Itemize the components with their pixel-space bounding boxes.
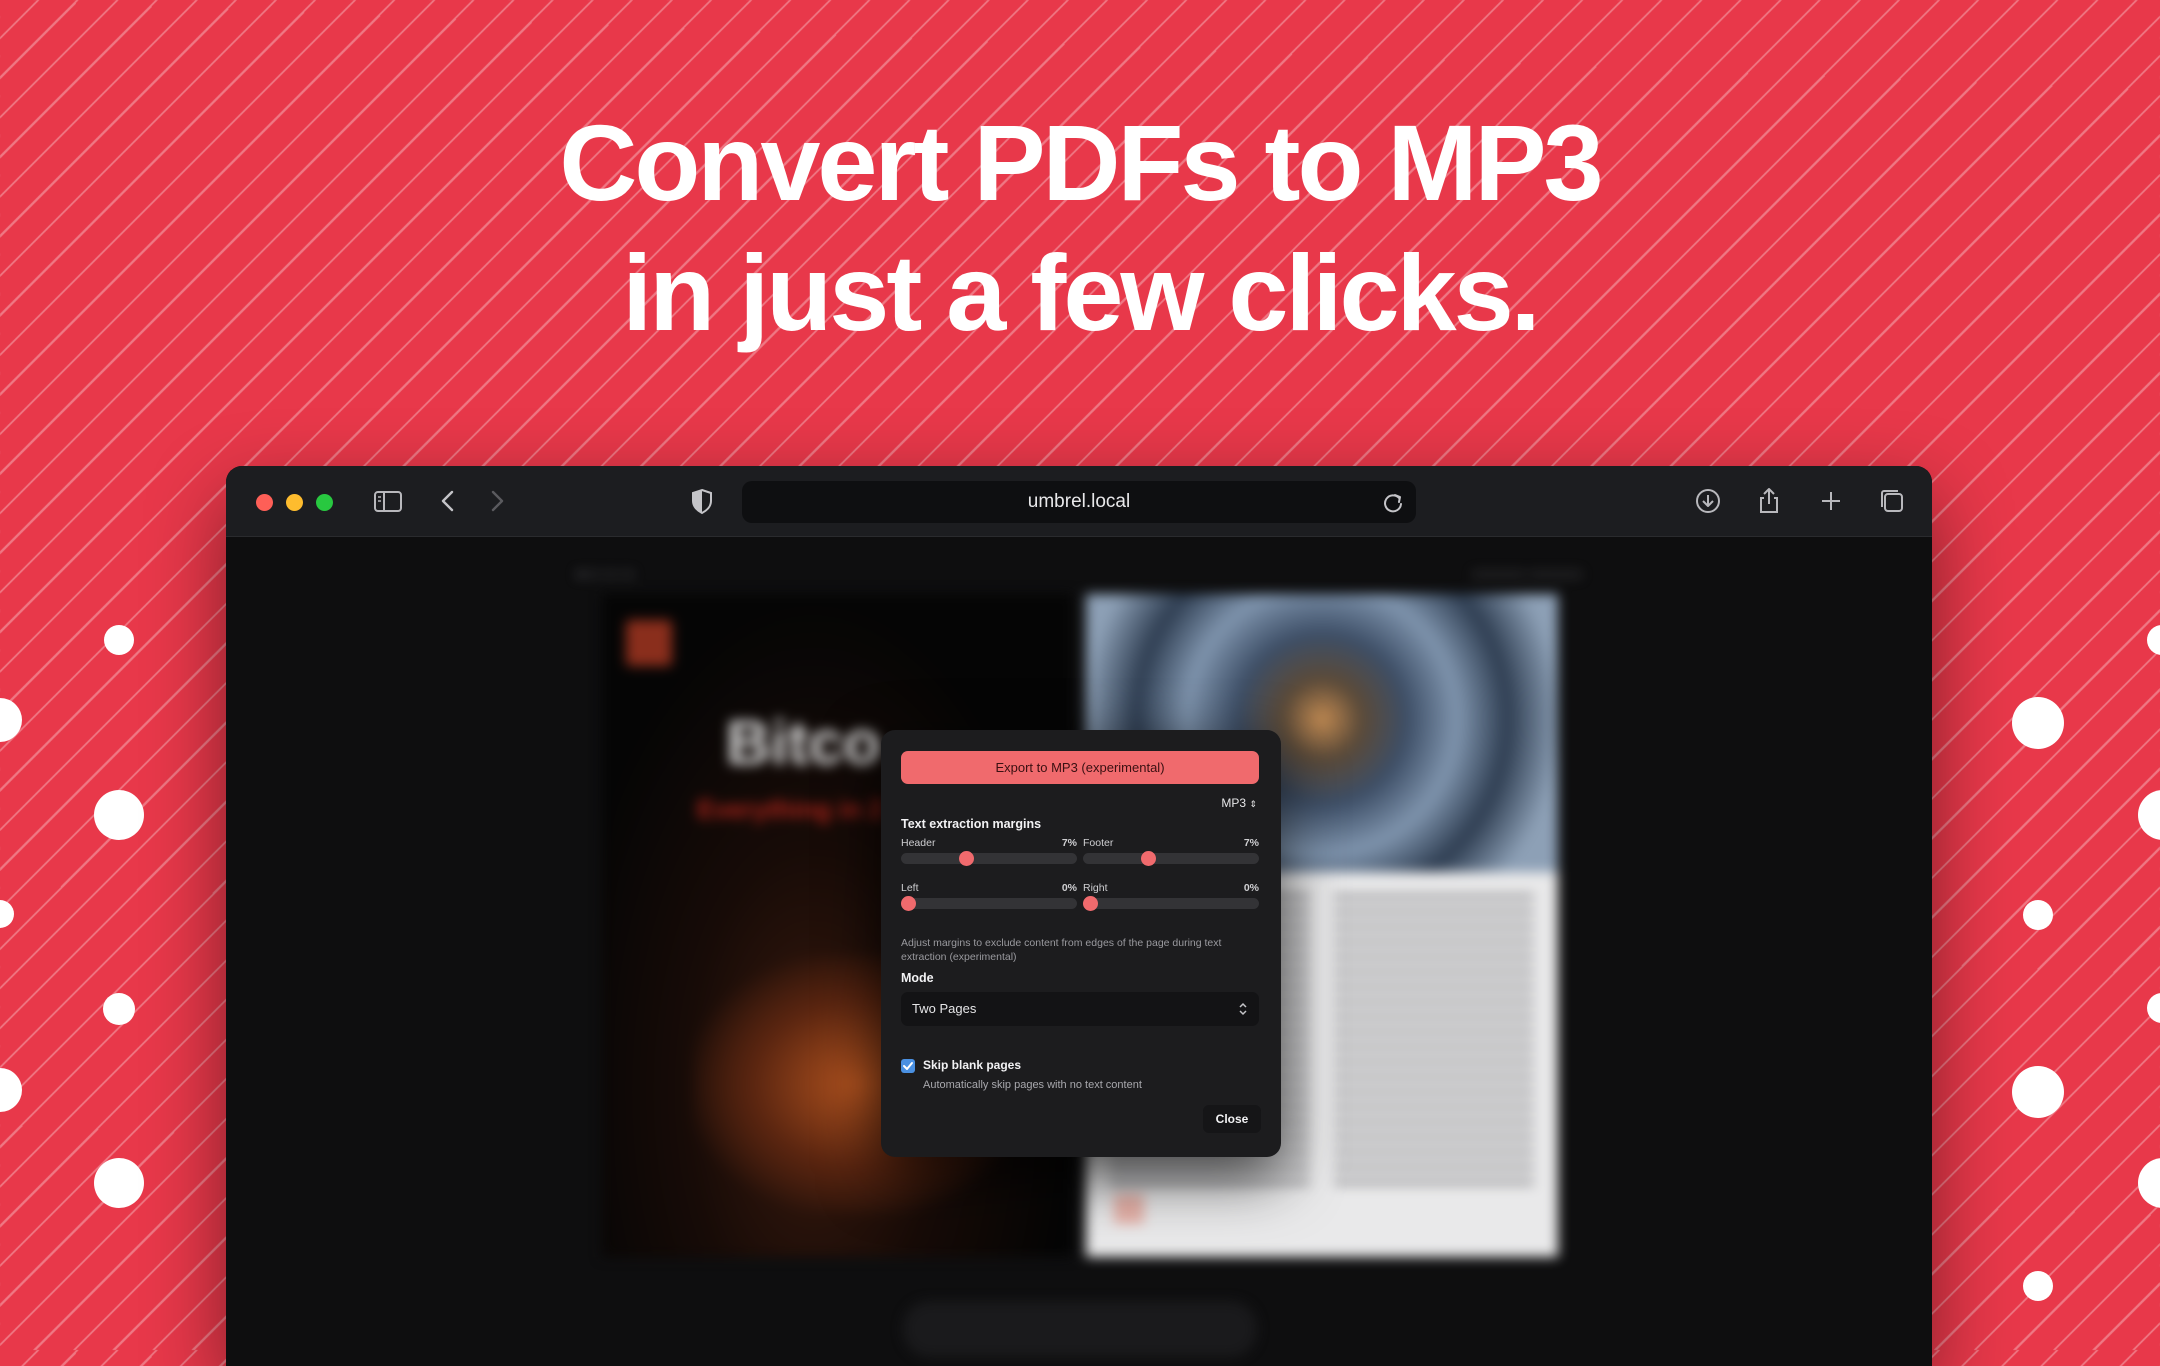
slider-label: Right [1083,882,1108,894]
updown-chevron-icon [1239,1002,1247,1016]
close-window-button[interactable] [256,494,273,511]
chevron-right-icon[interactable] [479,483,515,519]
slider-track[interactable] [1083,898,1259,909]
decor-dot [2012,697,2064,749]
browser-window: umbrel.local ◂ ▭ ▭ ▭ ▭▭▭▭ ▭▭▭▭ Bitco Eve… [226,466,1932,1366]
margins-hint: Adjust margins to exclude content from e… [901,937,1222,963]
headline-line-2: in just a few clicks. [622,232,1540,353]
decor-dot [2138,790,2160,840]
headline-line-1: Convert PDFs to MP3 [559,102,1603,223]
headline: Convert PDFs to MP3 in just a few clicks… [0,98,2160,358]
browser-toolbar: umbrel.local [226,466,1932,537]
footer-margin-slider: Footer 7% [1083,837,1259,867]
decor-dot [0,1068,22,1112]
decor-dot [0,698,22,742]
sidebar-icon[interactable] [370,483,406,519]
export-dialog: Export to MP3 (experimental) MP3 ⇕ Text … [881,730,1281,1157]
slider-value: 7% [1243,837,1259,849]
mode-value: Two Pages [912,1001,977,1016]
slider-knob[interactable] [1083,896,1099,911]
skip-blank-description: Automatically skip pages with no text co… [923,1079,1142,1091]
documents-nav: ◂ ▭ ▭ ▭ [576,565,635,581]
page-footer-logo [1114,1194,1144,1224]
decor-dot [2138,1158,2160,1208]
margins-title: Text extraction margins [901,817,1042,831]
cover-logo [626,620,672,666]
audio-player-bar [904,1302,1256,1356]
slider-label: Footer [1083,837,1114,849]
decor-dot [104,625,134,655]
cover-title: Bitco [726,709,881,778]
updown-chevron-icon: ⇕ [1249,799,1257,809]
header-margin-slider: Header 7% [901,837,1077,867]
page-content: ◂ ▭ ▭ ▭ ▭▭▭▭ ▭▭▭▭ Bitco Everything in 2 [226,537,1932,1366]
slider-track[interactable] [901,853,1077,864]
decor-dot [94,1158,144,1208]
mode-select[interactable]: Two Pages [901,992,1259,1026]
slider-value: 7% [1061,837,1077,849]
plus-icon[interactable] [1813,483,1849,519]
decor-dot [94,790,144,840]
decor-dot [103,993,135,1025]
reload-icon[interactable] [1378,487,1408,517]
slider-track[interactable] [1083,853,1259,864]
skip-blank-checkbox[interactable] [901,1059,915,1073]
left-margin-slider: Left 0% [901,882,1077,912]
mode-title: Mode [901,971,934,985]
export-mp3-button[interactable]: Export to MP3 (experimental) [901,751,1259,784]
slider-label: Left [901,882,919,894]
format-value: MP3 [1221,796,1247,810]
close-button[interactable]: Close [1203,1105,1261,1133]
download-icon[interactable] [1690,483,1726,519]
text-column-right [1334,894,1534,1194]
shield-icon[interactable] [684,483,720,519]
slider-knob[interactable] [901,896,917,911]
skip-blank-label: Skip blank pages [923,1058,1022,1072]
slider-value: 0% [1243,882,1259,894]
decor-dot [2147,625,2160,655]
format-select[interactable]: MP3 ⇕ [1221,796,1257,810]
checkmark-icon [903,1062,913,1070]
cover-subtitle: Everything in 2 [697,794,884,824]
tabs-icon[interactable] [1874,483,1910,519]
share-icon[interactable] [1751,483,1787,519]
decor-dot [2023,900,2053,930]
address-bar[interactable]: umbrel.local [742,481,1416,523]
chevron-left-icon[interactable] [431,483,467,519]
decor-dot [0,900,14,928]
zoom-window-button[interactable] [316,494,333,511]
url-text: umbrel.local [1027,491,1131,512]
slider-track[interactable] [901,898,1077,909]
decor-dot [2023,1271,2053,1301]
minimize-window-button[interactable] [286,494,303,511]
decor-dot [2012,1066,2064,1118]
right-margin-slider: Right 0% [1083,882,1259,912]
document-title: ▭▭▭▭ ▭▭▭▭ [1472,565,1582,581]
decor-dot [2147,993,2160,1023]
slider-label: Header [901,837,936,849]
slider-value: 0% [1061,882,1077,894]
